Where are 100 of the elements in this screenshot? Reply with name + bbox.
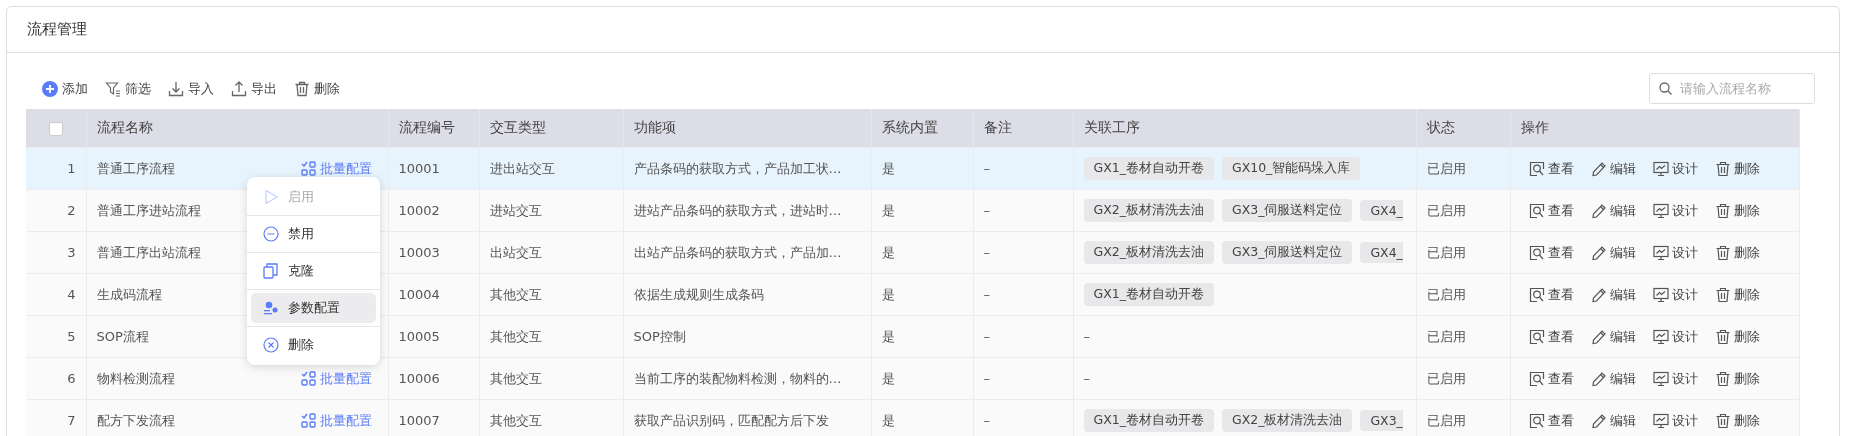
search-icon	[1528, 412, 1545, 429]
row-action-link[interactable]: 删除	[1714, 369, 1760, 388]
row-action-link[interactable]: 查看	[1528, 159, 1574, 178]
table-cell: 10002	[398, 203, 440, 218]
row-action-link[interactable]: 查看	[1528, 411, 1574, 430]
column-header: 关联工序	[1083, 119, 1140, 135]
trash-icon	[1714, 370, 1731, 387]
process-tag: GX10_智能码垛入库	[1221, 157, 1361, 180]
close-circle-icon	[263, 337, 279, 353]
table-cell: 是	[881, 244, 895, 260]
row-action-link[interactable]: 编辑	[1590, 285, 1636, 304]
trash-icon	[1714, 202, 1731, 219]
row-action-link[interactable]: 编辑	[1590, 201, 1636, 220]
search-field[interactable]: 请输入流程名称	[1649, 73, 1815, 104]
search-icon	[1528, 202, 1545, 219]
menu-item[interactable]: 删除	[251, 330, 376, 360]
batch-config-link[interactable]: 批量配置	[300, 159, 372, 178]
row-action-link[interactable]: 编辑	[1590, 369, 1636, 388]
row-action-link[interactable]: 设计	[1652, 327, 1698, 346]
row-action-link[interactable]: 查看	[1528, 369, 1574, 388]
table-cell: 其他交互	[489, 370, 542, 386]
trash-icon	[1714, 412, 1731, 429]
toolbar-button[interactable]: 导入	[168, 77, 214, 100]
row-action-link[interactable]: 删除	[1714, 159, 1760, 178]
row-action-link[interactable]: 编辑	[1590, 159, 1636, 178]
table-cell: 已启用	[1426, 160, 1466, 176]
row-action-link[interactable]: 设计	[1652, 243, 1698, 262]
table-cell: –	[1083, 329, 1090, 344]
process-tag: GX3_伺服送料定位	[1221, 241, 1353, 264]
row-action-link[interactable]: 设计	[1652, 201, 1698, 220]
toolbar-button[interactable]: 筛选	[105, 77, 151, 100]
row-action-link[interactable]: 查看	[1528, 201, 1574, 220]
table-cell: 10004	[398, 287, 440, 302]
table-cell: 物料检测流程	[96, 369, 175, 388]
row-action-link[interactable]: 编辑	[1590, 411, 1636, 430]
table-cell: –	[983, 329, 990, 344]
table-cell: 已启用	[1426, 412, 1466, 428]
minus-circle-icon	[263, 226, 279, 242]
table-row[interactable]: 1 普通工序流程 批量配置 10001 进出站交互 产品条码的获取方式，产品加工状… 是 – GX1_卷材自动开卷 GX10_智能码垛入库 已启用 查看 编辑 设计 删除	[26, 147, 1800, 190]
row-action-link[interactable]: 设计	[1652, 159, 1698, 178]
row-number: 6	[67, 371, 76, 386]
process-tag: GX2_板材清洗去油	[1083, 241, 1214, 264]
grid-check-icon	[300, 413, 316, 428]
batch-config-link[interactable]: 批量配置	[300, 369, 372, 388]
table-cell: 普通工序出站流程	[96, 243, 201, 262]
process-tag: GX4_	[1360, 242, 1403, 263]
table-cell: 已启用	[1426, 370, 1466, 386]
row-action-link[interactable]: 删除	[1714, 243, 1760, 262]
process-tag: GX1_卷材自动开卷	[1083, 283, 1214, 306]
row-action-link[interactable]: 设计	[1652, 285, 1698, 304]
column-header: 系统内置	[881, 119, 938, 135]
column-header: 流程名称	[96, 119, 153, 135]
pencil-icon	[1590, 286, 1607, 303]
search-icon	[1528, 286, 1545, 303]
row-action-link[interactable]: 删除	[1714, 327, 1760, 346]
table-cell: 是	[881, 328, 895, 344]
row-action-link[interactable]: 查看	[1528, 327, 1574, 346]
toolbar-button[interactable]: 删除	[294, 77, 340, 100]
monitor-icon	[1652, 286, 1669, 303]
row-action-link[interactable]: 查看	[1528, 285, 1574, 304]
process-tag: GX4_	[1360, 200, 1403, 221]
toolbar-button[interactable]: 导出	[231, 77, 277, 100]
row-number: 2	[67, 203, 76, 218]
monitor-icon	[1652, 370, 1669, 387]
process-tag: GX3_伺服送料定位	[1221, 199, 1353, 222]
row-action-link[interactable]: 编辑	[1590, 243, 1636, 262]
table-row[interactable]: 6 物料检测流程 批量配置 10006 其他交互 当前工序的装配物料检测，物料的… 是 – – 已启用 查看 编辑 设计 删除	[26, 357, 1800, 400]
row-action-link[interactable]: 删除	[1714, 201, 1760, 220]
trash-icon	[1714, 328, 1731, 345]
row-action-link[interactable]: 查看	[1528, 243, 1574, 262]
select-all-checkbox[interactable]	[48, 122, 63, 136]
row-number: 4	[67, 287, 76, 302]
menu-item[interactable]: 参数配置	[251, 293, 376, 323]
table-cell: 已启用	[1426, 286, 1466, 302]
table-cell: 进出站交互	[489, 160, 555, 176]
page-title: 流程管理	[27, 20, 87, 39]
row-action-link[interactable]: 删除	[1714, 285, 1760, 304]
search-icon	[1659, 82, 1672, 95]
table-cell: 是	[881, 160, 895, 176]
grid-check-icon	[300, 161, 316, 176]
download-icon	[168, 80, 184, 97]
table-cell: –	[983, 287, 990, 302]
upload-icon	[231, 80, 247, 97]
table-cell: 依据生成规则生成条码	[633, 286, 764, 302]
table-cell: 已启用	[1426, 202, 1466, 218]
row-action-link[interactable]: 删除	[1714, 411, 1760, 430]
row-action-link[interactable]: 设计	[1652, 411, 1698, 430]
row-action-link[interactable]: 设计	[1652, 369, 1698, 388]
table-cell: 10005	[398, 329, 440, 344]
table-row[interactable]: 7 配方下发流程 批量配置 10007 其他交互 获取产品识别码，匹配配方后下发 是 – GX1_卷材自动开卷 GX2_板材清洗去油 GX3_ 已启用 查看 编辑 设计 删除	[26, 399, 1800, 436]
column-header: 交互类型	[489, 119, 546, 135]
row-action-link[interactable]: 编辑	[1590, 327, 1636, 346]
table-cell: 已启用	[1426, 244, 1466, 260]
table-cell: 是	[881, 202, 895, 218]
batch-config-link[interactable]: 批量配置	[300, 411, 372, 430]
column-header: 状态	[1426, 119, 1455, 135]
table-cell: –	[983, 371, 990, 386]
toolbar-button[interactable]: 添加	[42, 77, 88, 100]
copy-icon	[263, 263, 279, 279]
table-cell: –	[983, 413, 990, 428]
